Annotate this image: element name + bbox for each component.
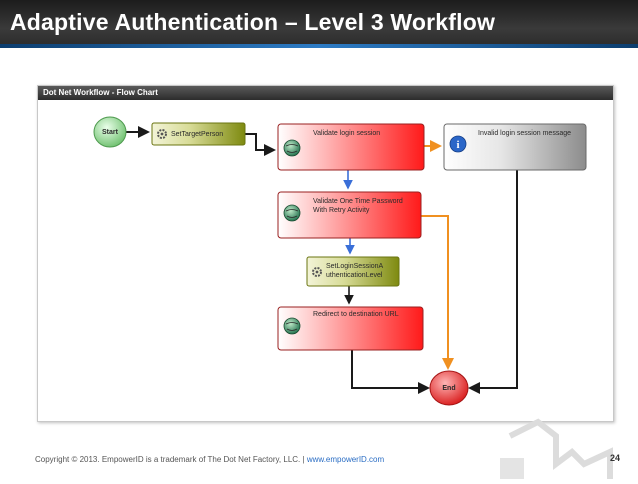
set-login-level-node[interactable]: SetLoginSessionA uthenticationLevel: [306, 256, 400, 287]
set-login-level-label-line2: uthenticationLevel: [326, 272, 383, 279]
invalid-login-message-label: Invalid login session message: [478, 130, 571, 137]
copyright-text: Copyright © 2013. EmpowerID is a tradema…: [35, 455, 301, 464]
set-login-level-label-line1: SetLoginSessionA: [326, 263, 384, 270]
page-number: 24: [610, 453, 621, 463]
globe-icon: [283, 139, 301, 157]
arrow-settarget-to-validate: [245, 133, 276, 156]
slide-title-bar: Adaptive Authentication – Level 3 Workfl…: [0, 0, 638, 48]
slide-title: Adaptive Authentication – Level 3 Workfl…: [10, 9, 496, 35]
validate-otp-label-line2: With Retry Activity: [313, 207, 370, 214]
arrow-otp-to-end: [421, 215, 454, 370]
website-link[interactable]: www.empowerID.com: [307, 455, 384, 464]
validate-otp-node[interactable]: Validate One Time Password With Retry Ac…: [277, 191, 422, 239]
set-target-person-node[interactable]: SetTargetPerson: [151, 122, 246, 146]
validate-login-session-node[interactable]: Validate login session: [277, 123, 425, 171]
arrow-redirect-to-end: [351, 350, 430, 394]
validate-otp-label-line1: Validate One Time Password: [313, 198, 403, 205]
globe-icon: [283, 317, 301, 335]
flow-chart-window: Dot Net Workflow - Flow Chart Start SetT…: [37, 85, 614, 422]
footer: Copyright © 2013. EmpowerID is a tradema…: [35, 455, 384, 464]
invalid-login-message-node[interactable]: i Invalid login session message: [443, 123, 587, 171]
set-target-person-label: SetTargetPerson: [171, 131, 223, 138]
svg-text:i: i: [456, 139, 459, 151]
end-label: End: [442, 385, 455, 392]
footer-separator: |: [302, 455, 305, 464]
validate-login-session-label: Validate login session: [313, 130, 380, 137]
start-label: Start: [102, 129, 119, 136]
flow-chart-canvas: Start SetTargetPerson Validate login ses…: [93, 116, 587, 406]
globe-icon: [283, 204, 301, 222]
arrow-invalid-to-end: [468, 170, 518, 394]
title-accent-stripe: [0, 44, 638, 48]
corner-decoration: [500, 418, 638, 484]
start-node[interactable]: Start: [93, 116, 127, 148]
end-node[interactable]: End: [429, 370, 469, 406]
info-icon: i: [449, 135, 467, 153]
redirect-label: Redirect to destination URL: [313, 311, 399, 318]
redirect-node[interactable]: Redirect to destination URL: [277, 306, 424, 351]
